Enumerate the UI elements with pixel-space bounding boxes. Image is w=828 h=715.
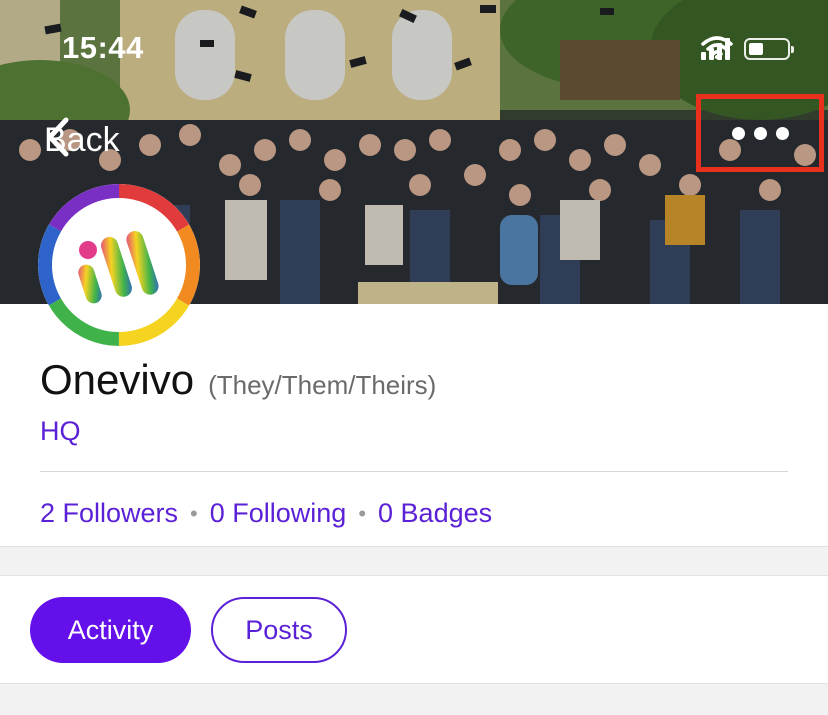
ellipsis-dot [775,126,789,140]
stats-separator: • [358,500,367,526]
section-divider-band [0,546,828,576]
back-button[interactable]: Back [44,116,120,164]
following-link[interactable]: 0 Following [210,498,347,529]
badges-link[interactable]: 0 Badges [378,498,492,529]
ellipsis-dot [753,126,767,140]
status-time: 15:44 [62,30,144,65]
onevivo-logo [38,184,200,346]
followers-link[interactable]: 2 Followers [40,498,178,529]
tab-posts[interactable]: Posts [211,597,347,663]
chevron-left-icon [47,117,69,157]
status-icons [701,36,794,62]
profile-tabs: Activity Posts [30,597,347,663]
battery-icon [744,38,794,60]
tab-activity[interactable]: Activity [30,597,191,663]
divider [40,471,788,472]
avatar[interactable] [38,184,200,346]
wifi-icon [701,36,733,59]
stats-separator: • [190,500,198,526]
content-area-top [0,683,828,715]
ellipsis-icon [731,126,745,140]
profile-pronouns: (They/Them/Theirs) [208,370,437,400]
more-options-button[interactable] [696,94,824,172]
profile-name-row: Onevivo (They/Them/Theirs) [40,356,436,404]
profile-stats: 2 Followers • 0 Following • 0 Badges [40,498,492,529]
profile-department-link[interactable]: HQ [40,416,81,447]
profile-name: Onevivo [40,356,195,403]
